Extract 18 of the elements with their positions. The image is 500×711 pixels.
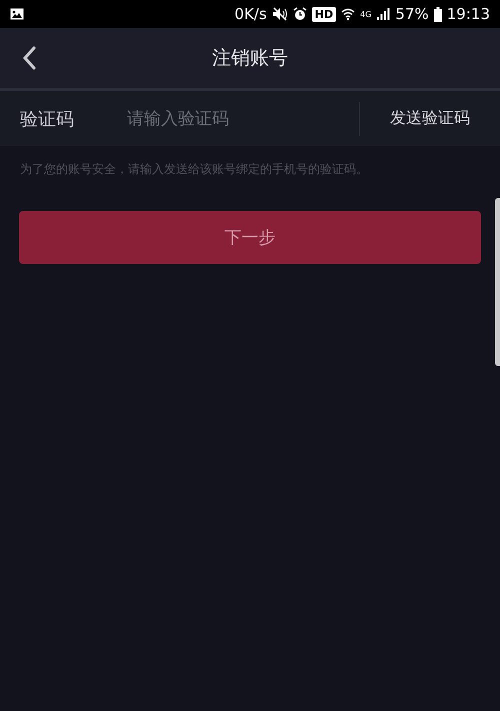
mute-icon [272, 7, 288, 21]
network-type: 4G [360, 10, 372, 19]
code-input-field[interactable]: 请输入验证码 [125, 108, 359, 130]
page-title: 注销账号 [212, 46, 288, 71]
network-speed: 0K/s [234, 5, 267, 23]
battery-percent: 57% [395, 5, 429, 23]
alarm-icon [292, 7, 307, 21]
hd-badge: HD [312, 6, 336, 22]
field-label: 验证码 [20, 108, 75, 130]
clock-time: 19:13 [446, 5, 490, 23]
battery-icon [434, 6, 442, 22]
signal-icon [376, 7, 390, 21]
wifi-icon [341, 7, 356, 21]
hint-text: 为了您的账号安全，请输入发送给该账号绑定的手机号的验证码。 [20, 161, 369, 178]
back-button[interactable] [22, 46, 36, 70]
send-code-button[interactable]: 发送验证码 [359, 102, 500, 136]
back-icon [22, 46, 36, 70]
image-icon [10, 8, 24, 20]
